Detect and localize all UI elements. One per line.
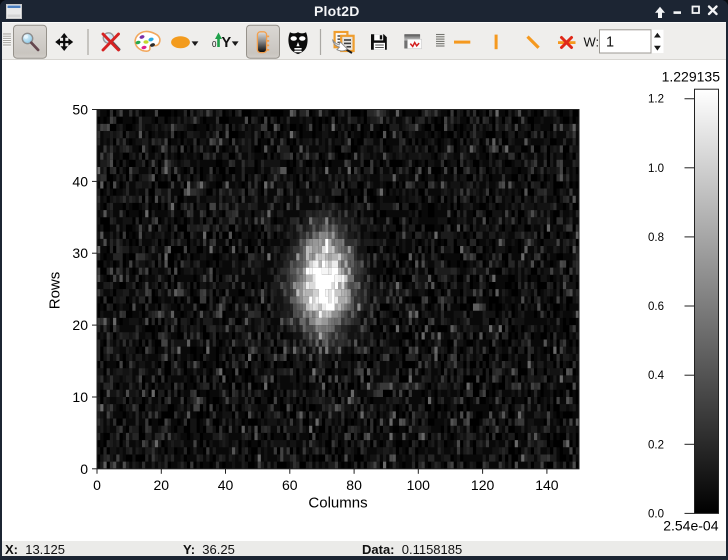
svg-text:20: 20 bbox=[154, 477, 170, 493]
svg-text:20: 20 bbox=[72, 317, 88, 333]
svg-text:60: 60 bbox=[282, 477, 298, 493]
svg-text:80: 80 bbox=[346, 477, 362, 493]
svg-text:0.4: 0.4 bbox=[648, 370, 665, 382]
svg-text:30: 30 bbox=[72, 245, 88, 261]
svg-text:1: 1 bbox=[606, 35, 614, 51]
svg-text:2.54e-04: 2.54e-04 bbox=[663, 518, 718, 534]
svg-text:0.8: 0.8 bbox=[648, 232, 664, 244]
svg-text:1.2: 1.2 bbox=[648, 94, 664, 106]
svg-text:40: 40 bbox=[72, 173, 88, 189]
svg-text:0.2: 0.2 bbox=[648, 439, 664, 451]
svg-text:0: 0 bbox=[80, 461, 88, 477]
svg-text:1.0: 1.0 bbox=[648, 163, 664, 175]
svg-text:140: 140 bbox=[535, 477, 559, 493]
svg-text:Columns: Columns bbox=[308, 495, 367, 512]
svg-text:0.6: 0.6 bbox=[648, 301, 664, 313]
svg-text:Rows: Rows bbox=[47, 272, 64, 310]
svg-text:120: 120 bbox=[471, 477, 495, 493]
svg-text:40: 40 bbox=[218, 477, 234, 493]
svg-text:0: 0 bbox=[93, 477, 101, 493]
svg-text:W:: W: bbox=[584, 35, 600, 50]
svg-text:0: 0 bbox=[212, 40, 217, 49]
svg-text:10: 10 bbox=[72, 389, 88, 405]
svg-text:0.0: 0.0 bbox=[648, 508, 664, 520]
svg-text:Y: Y bbox=[222, 35, 232, 51]
svg-text:1.229135: 1.229135 bbox=[662, 69, 721, 85]
svg-text:100: 100 bbox=[407, 477, 431, 493]
svg-text:50: 50 bbox=[72, 102, 88, 118]
